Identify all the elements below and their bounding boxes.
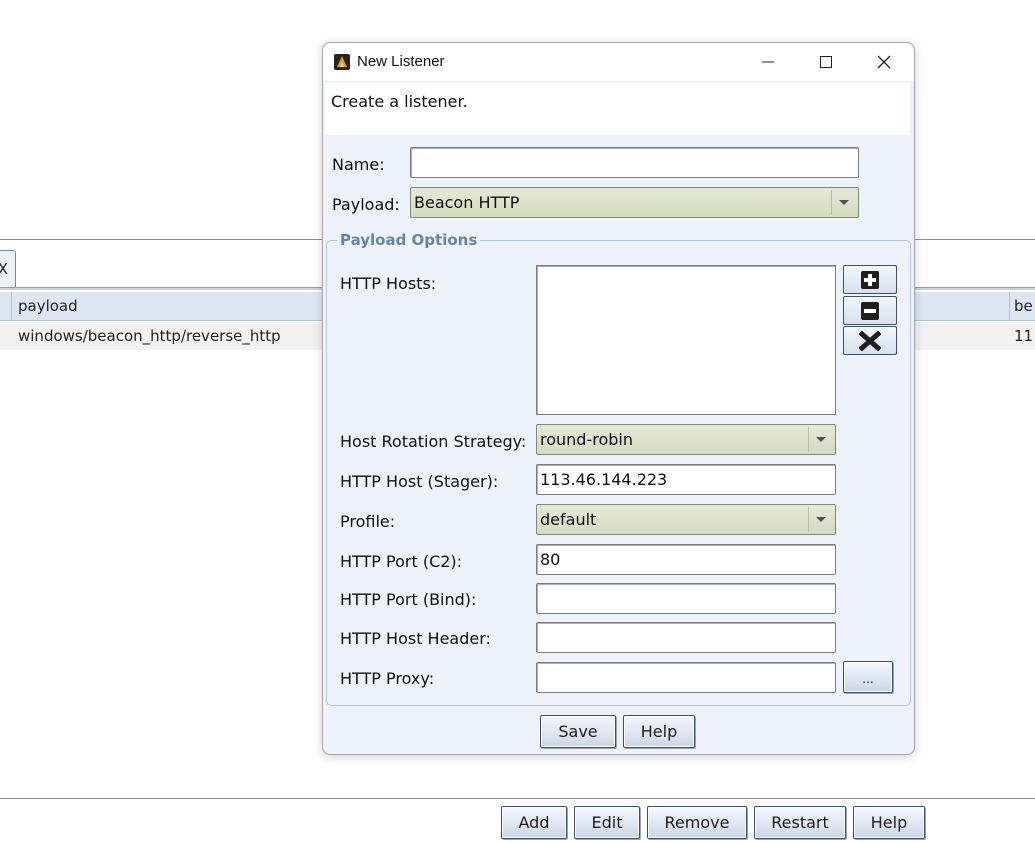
port-bind-field[interactable] [536,583,836,614]
column-separator [1009,292,1010,321]
dialog-title: New Listener [357,53,445,70]
minus-icon [861,301,879,320]
stager-host-label: HTTP Host (Stager): [340,472,499,491]
proxy-field[interactable] [536,662,836,693]
payload-options-title: Payload Options [337,231,481,249]
maximize-button[interactable] [803,47,849,77]
port-c2-field[interactable]: 80 [536,544,836,575]
add-host-button[interactable] [843,265,897,294]
tab-close-x[interactable]: X [0,250,16,287]
http-hosts-list[interactable] [536,265,836,415]
add-button[interactable]: Add [501,806,567,839]
tab-label: X [0,260,8,278]
name-label: Name: [332,155,385,174]
name-field[interactable] [410,147,859,178]
proxy-settings-button[interactable]: ... [843,661,893,693]
column-separator [11,292,12,321]
host-rotation-select[interactable]: round-robin [536,424,836,455]
profile-value: default [540,510,597,529]
plus-icon [861,270,879,289]
payload-label: Payload: [332,195,400,214]
restart-button[interactable]: Restart [754,806,846,839]
edit-button[interactable]: Edit [574,806,640,839]
chevron-down-icon [808,507,833,532]
host-header-label: HTTP Host Header: [340,629,491,648]
close-button[interactable] [861,47,907,77]
button-bar-divider [0,798,1035,799]
app-icon [334,54,350,70]
column-header-beacons[interactable]: be [1014,297,1033,315]
description-panel: Create a listener. [325,83,910,135]
close-icon [877,55,891,69]
new-listener-dialog: New Listener Create a listener. Name: Pa… [322,42,915,755]
http-hosts-label: HTTP Hosts: [340,274,437,293]
host-rotation-value: round-robin [540,430,633,449]
chevron-down-icon [831,190,856,215]
proxy-label: HTTP Proxy: [340,669,435,688]
remove-button[interactable]: Remove [647,806,747,839]
minimize-icon [762,61,774,63]
chevron-down-icon [808,427,833,452]
x-icon [859,330,881,351]
help-button[interactable]: Help [853,806,925,839]
host-header-field[interactable] [536,622,836,653]
column-header-payload[interactable]: payload [18,297,78,315]
payload-options-group: Payload Options HTTP Hosts: Host Rotatio… [326,231,911,706]
maximize-icon [820,56,832,68]
profile-select[interactable]: default [536,504,836,535]
profile-label: Profile: [340,512,396,531]
minimize-button[interactable] [745,47,791,77]
host-rotation-label: Host Rotation Strategy: [340,432,527,451]
cell-beacons: 11 [1014,327,1034,345]
port-bind-label: HTTP Port (Bind): [340,590,477,609]
dialog-titlebar[interactable]: New Listener [323,43,914,81]
stager-host-field[interactable]: 113.46.144.223 [536,464,836,495]
payload-select-value: Beacon HTTP [414,193,520,212]
clear-hosts-button[interactable] [843,326,897,355]
cell-payload: windows/beacon_http/reverse_http [18,327,281,345]
port-c2-label: HTTP Port (C2): [340,552,463,571]
dialog-description: Create a listener. [331,92,468,111]
remove-host-button[interactable] [843,296,897,325]
dialog-help-button[interactable]: Help [623,715,695,748]
save-button[interactable]: Save [540,715,616,748]
payload-select[interactable]: Beacon HTTP [410,187,859,218]
